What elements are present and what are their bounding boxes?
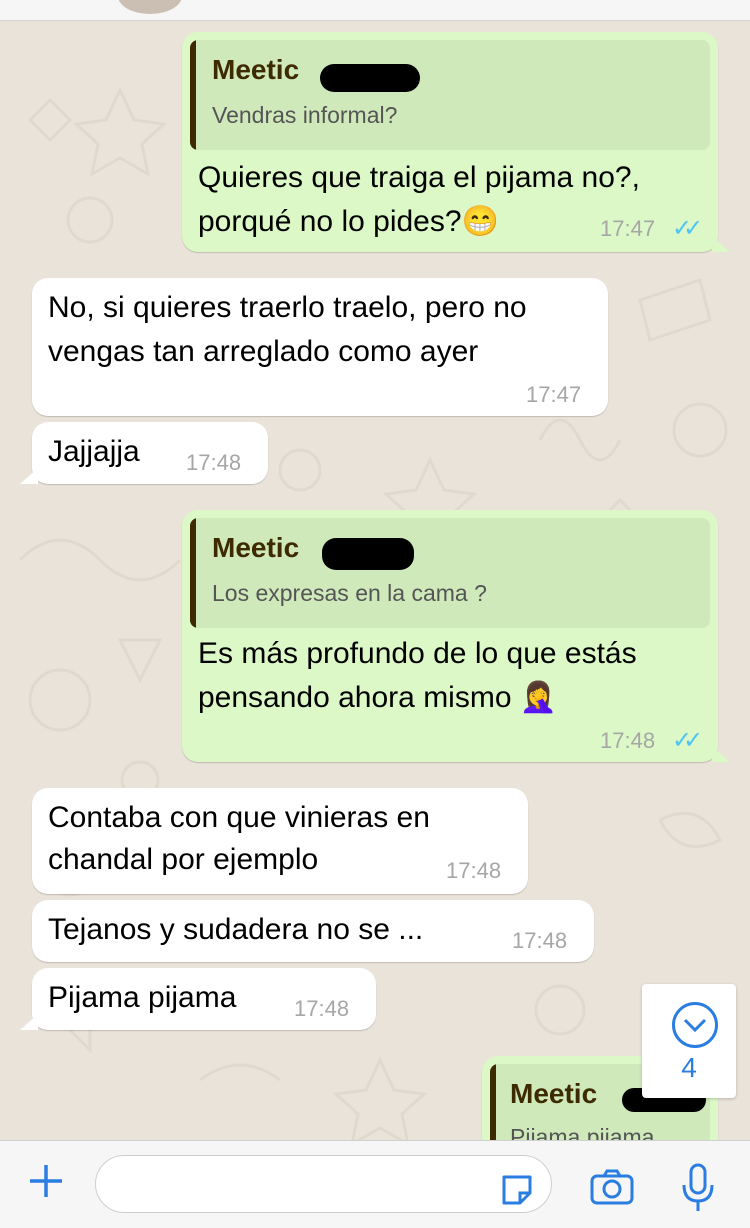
outgoing-message-bubble[interactable]: Meetic Los expresas en la cama ? Es más … bbox=[182, 510, 730, 762]
quote-text: Pijama pijama bbox=[510, 1124, 655, 1140]
message-time: 17:48 bbox=[600, 728, 656, 753]
message-time: 17:48 bbox=[512, 928, 568, 953]
message-text-line: vengas tan arreglado como ayer bbox=[48, 335, 479, 368]
avatar[interactable] bbox=[118, 0, 182, 14]
double-check-read-icon: ✓✓ bbox=[672, 727, 703, 754]
message-time: 17:48 bbox=[294, 996, 350, 1021]
incoming-message-bubble[interactable]: Jajjajja 17:48 bbox=[20, 422, 268, 484]
incoming-message-bubble[interactable]: No, si quieres traerlo traelo, pero no v… bbox=[32, 278, 608, 416]
quote-text: Los expresas en la cama ? bbox=[212, 580, 487, 606]
redacted-name bbox=[322, 538, 414, 570]
message-text-line: porqué no lo pides?😁 bbox=[198, 205, 499, 238]
microphone-icon[interactable] bbox=[680, 1163, 716, 1213]
outgoing-message-bubble[interactable]: Meetic Vendras informal? Quieres que tra… bbox=[182, 32, 730, 252]
chevron-down-icon bbox=[672, 1002, 718, 1048]
quote-author: Meetic bbox=[212, 54, 300, 85]
message-text-line: Quieres que traiga el pijama no?, bbox=[198, 161, 640, 194]
message-time: 17:48 bbox=[446, 858, 502, 883]
quote-bar bbox=[490, 1064, 496, 1140]
message-time: 17:47 bbox=[600, 216, 656, 241]
message-text-line: No, si quieres traerlo traelo, pero no bbox=[48, 291, 527, 324]
redacted-name bbox=[320, 64, 420, 92]
incoming-message-bubble[interactable]: Pijama pijama 17:48 bbox=[20, 968, 376, 1030]
message-text-field[interactable] bbox=[95, 1155, 552, 1213]
message-input-bar bbox=[0, 1140, 750, 1228]
quote-bar bbox=[190, 40, 196, 150]
quoted-message[interactable]: Meetic Los expresas en la cama ? bbox=[190, 518, 710, 628]
quote-author: Meetic bbox=[212, 532, 300, 563]
message-text-line: Contaba con que vinieras en bbox=[48, 801, 430, 834]
double-check-read-icon: ✓✓ bbox=[672, 215, 703, 242]
sticker-icon[interactable] bbox=[500, 1173, 534, 1207]
incoming-message-bubble[interactable]: Contaba con que vinieras en chandal por … bbox=[32, 788, 528, 894]
quote-text: Vendras informal? bbox=[212, 102, 398, 128]
scroll-to-bottom-button[interactable]: 4 bbox=[642, 984, 736, 1098]
message-text-line: Pijama pijama bbox=[48, 981, 237, 1014]
plus-icon[interactable] bbox=[26, 1161, 66, 1201]
message-text-line: chandal por ejemplo bbox=[48, 843, 319, 876]
message-time: 17:48 bbox=[186, 450, 242, 475]
quote-bar bbox=[190, 518, 196, 628]
quote-author: Meetic bbox=[510, 1078, 598, 1109]
message-time: 17:47 bbox=[526, 382, 582, 407]
camera-icon[interactable] bbox=[590, 1169, 634, 1205]
top-header-edge bbox=[0, 0, 750, 21]
message-text-line: pensando ahora mismo 🤦‍♀️ bbox=[198, 681, 558, 714]
message-text-line: Es más profundo de lo que estás bbox=[198, 637, 637, 670]
message-text-line: Jajjajja bbox=[48, 435, 140, 468]
quoted-message[interactable]: Meetic Vendras informal? bbox=[190, 40, 710, 150]
message-text-line: Tejanos y sudadera no se ... bbox=[48, 913, 424, 946]
incoming-message-bubble[interactable]: Tejanos y sudadera no se ... 17:48 bbox=[32, 900, 594, 962]
unread-count-badge: 4 bbox=[681, 1052, 697, 1083]
